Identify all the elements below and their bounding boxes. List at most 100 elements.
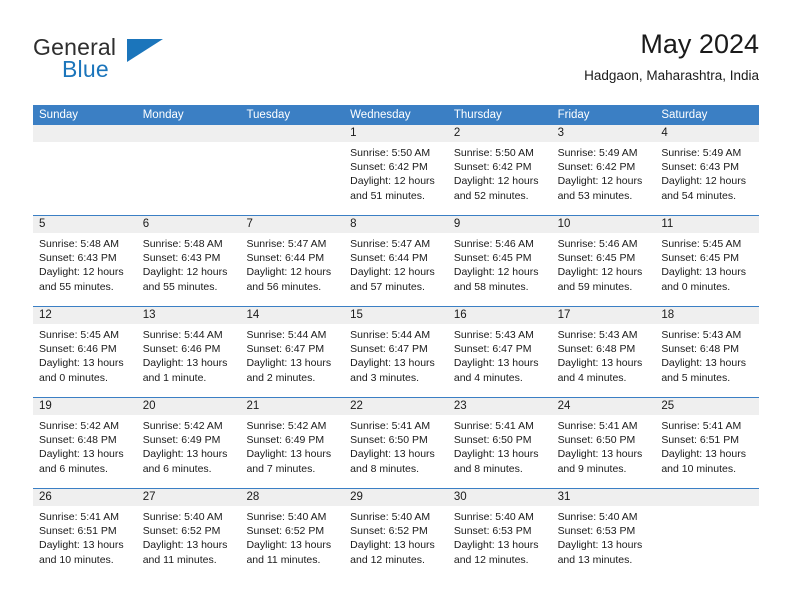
- day-cell-empty: [240, 125, 345, 215]
- daylight-text-line2: and 11 minutes.: [246, 553, 321, 566]
- sunset-text: Sunset: 6:42 PM: [453, 161, 532, 174]
- day-number: 13: [136, 307, 241, 324]
- day-info: Sunrise: 5:40 AM Sunset: 6:53 PM Daylight:…: [448, 506, 552, 567]
- day-number: 12: [33, 307, 137, 324]
- daylight-text-line1: Daylight: 13 hours: [350, 448, 435, 461]
- sunrise-text: Sunrise: 5:40 AM: [350, 511, 431, 523]
- sunset-text: Sunset: 6:42 PM: [557, 161, 636, 174]
- sunset-text: Sunset: 6:52 PM: [142, 525, 221, 538]
- day-cell[interactable]: 8 Sunrise: 5:47 AM Sunset: 6:44 PM Daylight…: [344, 216, 448, 306]
- sunrise-text: Sunrise: 5:47 AM: [246, 238, 327, 250]
- sunrise-text: Sunrise: 5:45 AM: [661, 238, 742, 250]
- day-info: Sunrise: 5:40 AM Sunset: 6:53 PM Daylight:…: [552, 506, 656, 567]
- sunset-text: Sunset: 6:45 PM: [453, 252, 532, 265]
- day-cell[interactable]: 1 Sunrise: 5:50 AM Sunset: 6:42 PM Daylight…: [344, 125, 448, 215]
- day-number: 22: [344, 398, 448, 415]
- day-cell[interactable]: 31 Sunrise: 5:40 AM Sunset: 6:53 PM Dayligh…: [551, 489, 656, 579]
- day-cell[interactable]: 14 Sunrise: 5:44 AM Sunset: 6:47 PM Dayligh…: [240, 307, 345, 397]
- sunrise-text: Sunrise: 5:46 AM: [557, 238, 638, 250]
- day-cell[interactable]: 11 Sunrise: 5:45 AM Sunset: 6:45 PM Dayligh…: [655, 216, 760, 306]
- day-cell[interactable]: 3 Sunrise: 5:49 AM Sunset: 6:42 PM Daylight…: [551, 125, 656, 215]
- daylight-text-line1: Daylight: 13 hours: [557, 448, 643, 461]
- day-cell[interactable]: 4 Sunrise: 5:49 AM Sunset: 6:43 PM Daylight…: [655, 125, 760, 215]
- day-info: Sunrise: 5:43 AM Sunset: 6:47 PM Daylight:…: [448, 324, 552, 385]
- daylight-text-line1: Daylight: 12 hours: [557, 266, 643, 279]
- day-number: 18: [655, 307, 760, 324]
- day-number: 9: [447, 216, 552, 233]
- daylight-text-line2: and 2 minutes.: [246, 371, 316, 384]
- day-cell[interactable]: 17 Sunrise: 5:43 AM Sunset: 6:48 PM Dayligh…: [551, 307, 656, 397]
- day-cell[interactable]: 16 Sunrise: 5:43 AM Sunset: 6:47 PM Dayligh…: [447, 307, 552, 397]
- day-number: 28: [240, 489, 345, 506]
- day-cell[interactable]: 13 Sunrise: 5:44 AM Sunset: 6:46 PM Dayligh…: [136, 307, 241, 397]
- sunset-text: Sunset: 6:42 PM: [350, 161, 428, 174]
- sunrise-text: Sunrise: 5:45 AM: [39, 329, 119, 341]
- daylight-text-line1: Daylight: 13 hours: [350, 539, 435, 552]
- daylight-text-line1: Daylight: 12 hours: [350, 175, 435, 188]
- sunset-text: Sunset: 6:52 PM: [246, 525, 325, 538]
- daylight-text-line1: Daylight: 13 hours: [39, 448, 124, 461]
- page-subtitle: Hadgaon, Maharashtra, India: [584, 68, 759, 83]
- sunrise-text: Sunrise: 5:42 AM: [142, 420, 223, 432]
- day-number: 3: [551, 125, 656, 142]
- daylight-text-line1: Daylight: 13 hours: [661, 266, 746, 279]
- day-cell[interactable]: 24 Sunrise: 5:41 AM Sunset: 6:50 PM Dayligh…: [551, 398, 656, 488]
- day-number: [240, 125, 345, 142]
- sunset-text: Sunset: 6:49 PM: [142, 434, 221, 447]
- sunrise-text: Sunrise: 5:41 AM: [661, 420, 742, 432]
- day-cell[interactable]: 2 Sunrise: 5:50 AM Sunset: 6:42 PM Daylight…: [447, 125, 552, 215]
- daylight-text-line1: Daylight: 12 hours: [246, 266, 332, 279]
- day-cell[interactable]: 10 Sunrise: 5:46 AM Sunset: 6:45 PM Dayligh…: [551, 216, 656, 306]
- day-number: 15: [344, 307, 448, 324]
- day-cell[interactable]: 21 Sunrise: 5:42 AM Sunset: 6:49 PM Dayligh…: [240, 398, 345, 488]
- daylight-text-line2: and 1 minute.: [142, 371, 207, 384]
- day-number: [655, 489, 760, 506]
- day-cell[interactable]: 26 Sunrise: 5:41 AM Sunset: 6:51 PM Dayligh…: [33, 489, 137, 579]
- sunrise-text: Sunrise: 5:41 AM: [453, 420, 534, 432]
- page-header: General Blue May 2024 Hadgaon, Maharasht…: [33, 28, 759, 94]
- day-cell-empty: [33, 125, 137, 215]
- day-info: Sunrise: 5:40 AM Sunset: 6:52 PM Daylight:…: [137, 506, 241, 567]
- daylight-text-line2: and 5 minutes.: [661, 371, 731, 384]
- daylight-text-line1: Daylight: 13 hours: [142, 448, 228, 461]
- sunrise-text: Sunrise: 5:41 AM: [557, 420, 638, 432]
- brand-logo[interactable]: General Blue: [33, 34, 233, 90]
- sunrise-text: Sunrise: 5:44 AM: [350, 329, 431, 341]
- sunrise-text: Sunrise: 5:42 AM: [246, 420, 327, 432]
- day-cell[interactable]: 6 Sunrise: 5:48 AM Sunset: 6:43 PM Daylight…: [136, 216, 241, 306]
- day-number: 24: [551, 398, 656, 415]
- day-info: Sunrise: 5:42 AM Sunset: 6:49 PM Daylight:…: [240, 415, 344, 476]
- day-cell[interactable]: 27 Sunrise: 5:40 AM Sunset: 6:52 PM Dayligh…: [136, 489, 241, 579]
- day-cell[interactable]: 9 Sunrise: 5:46 AM Sunset: 6:45 PM Daylight…: [447, 216, 552, 306]
- day-cell[interactable]: 30 Sunrise: 5:40 AM Sunset: 6:53 PM Dayligh…: [447, 489, 552, 579]
- day-cell[interactable]: 18 Sunrise: 5:43 AM Sunset: 6:48 PM Dayligh…: [655, 307, 760, 397]
- day-number: 30: [447, 489, 552, 506]
- brand-name-secondary: Blue: [62, 56, 109, 82]
- sunset-text: Sunset: 6:53 PM: [453, 525, 532, 538]
- day-cell[interactable]: 25 Sunrise: 5:41 AM Sunset: 6:51 PM Dayligh…: [655, 398, 760, 488]
- day-cell[interactable]: 28 Sunrise: 5:40 AM Sunset: 6:52 PM Dayligh…: [240, 489, 345, 579]
- day-cell[interactable]: 19 Sunrise: 5:42 AM Sunset: 6:48 PM Dayligh…: [33, 398, 137, 488]
- sunset-text: Sunset: 6:48 PM: [39, 434, 117, 447]
- day-cell[interactable]: 20 Sunrise: 5:42 AM Sunset: 6:49 PM Dayligh…: [136, 398, 241, 488]
- day-number: 14: [240, 307, 345, 324]
- day-info: Sunrise: 5:49 AM Sunset: 6:42 PM Daylight:…: [552, 142, 656, 203]
- calendar-grid: Sunday Monday Tuesday Wednesday Thursday…: [33, 105, 760, 579]
- blue-triangle-flag-icon: [127, 39, 163, 62]
- day-cell[interactable]: 23 Sunrise: 5:41 AM Sunset: 6:50 PM Dayligh…: [447, 398, 552, 488]
- daylight-text-line2: and 54 minutes.: [661, 189, 737, 202]
- day-cell[interactable]: 15 Sunrise: 5:44 AM Sunset: 6:47 PM Dayligh…: [344, 307, 448, 397]
- day-cell[interactable]: 7 Sunrise: 5:47 AM Sunset: 6:44 PM Daylight…: [240, 216, 345, 306]
- sunset-text: Sunset: 6:45 PM: [661, 252, 739, 265]
- daylight-text-line2: and 53 minutes.: [557, 189, 633, 202]
- sunrise-text: Sunrise: 5:46 AM: [453, 238, 534, 250]
- day-cell[interactable]: 22 Sunrise: 5:41 AM Sunset: 6:50 PM Dayligh…: [344, 398, 448, 488]
- daylight-text-line2: and 59 minutes.: [557, 280, 633, 293]
- daylight-text-line2: and 3 minutes.: [350, 371, 420, 384]
- day-cell[interactable]: 12 Sunrise: 5:45 AM Sunset: 6:46 PM Dayligh…: [33, 307, 137, 397]
- day-cell[interactable]: 29 Sunrise: 5:40 AM Sunset: 6:52 PM Dayligh…: [344, 489, 448, 579]
- day-number: 26: [33, 489, 137, 506]
- daylight-text-line1: Daylight: 13 hours: [453, 357, 539, 370]
- day-cell[interactable]: 5 Sunrise: 5:48 AM Sunset: 6:43 PM Daylight…: [33, 216, 137, 306]
- daylight-text-line1: Daylight: 12 hours: [453, 266, 539, 279]
